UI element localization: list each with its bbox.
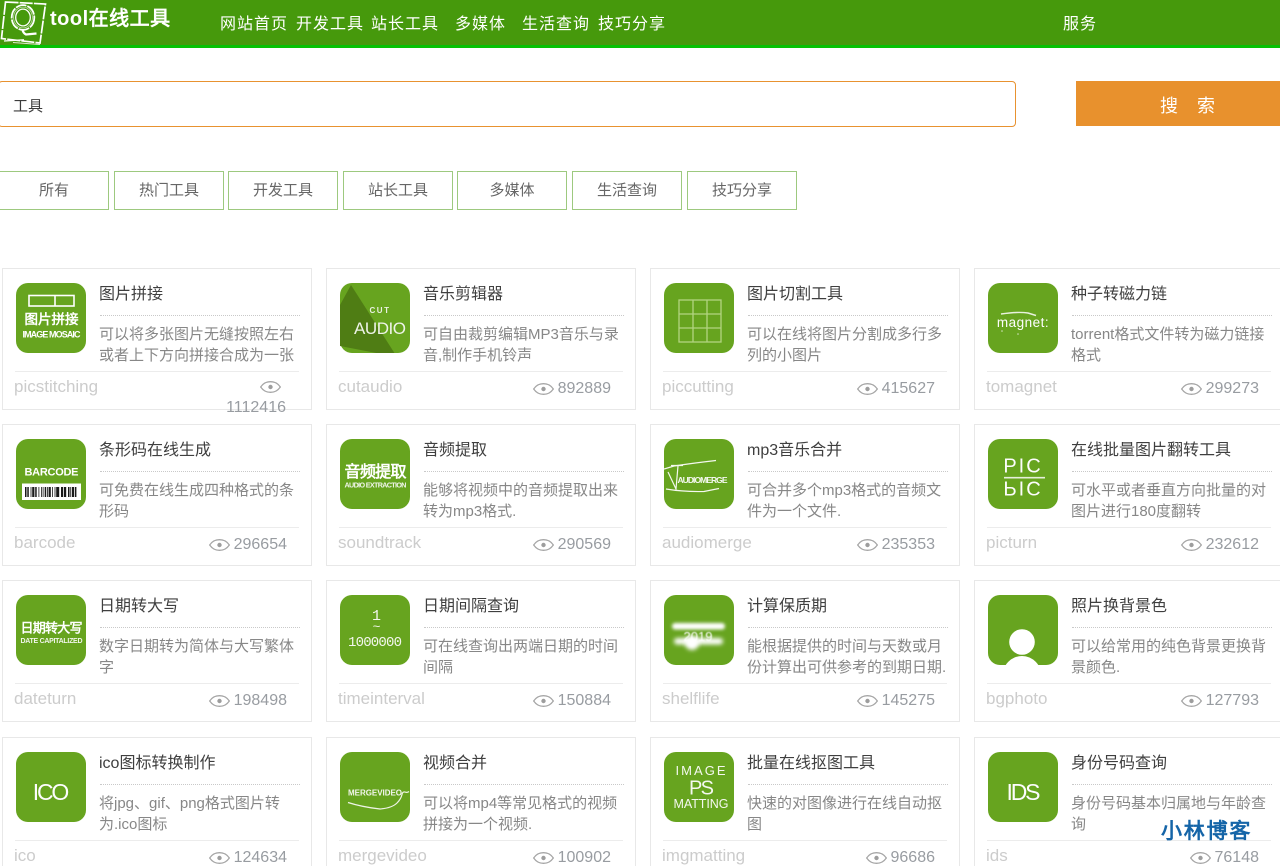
svg-text:PIC: PIC [1003,456,1042,478]
svg-text:音频提取: 音频提取 [345,462,407,481]
svg-text:magnet:: magnet: [997,315,1049,330]
svg-text:MATTING: MATTING [674,797,729,811]
svg-text:ICO: ICO [33,779,70,805]
svg-text:DATE CAPITALIZED: DATE CAPITALIZED [21,638,83,645]
svg-text:MERGEVIDEO: MERGEVIDEO [348,789,402,798]
svg-text:1000000: 1000000 [348,635,402,651]
svg-text:日期转大写: 日期转大写 [21,621,83,636]
svg-text:AUDIO EXTRACTION: AUDIO EXTRACTION [345,481,407,490]
svg-text:PIC: PIC [1003,477,1042,499]
svg-text:图片拼接: 图片拼接 [25,311,80,327]
svg-text:IMAGE MOSAIC: IMAGE MOSAIC [23,330,82,340]
svg-text:2019: 2019 [684,629,713,644]
svg-text:BARCODE: BARCODE [25,467,79,479]
svg-text:IMAGE: IMAGE [676,763,726,778]
svg-text:AUDIO: AUDIO [354,319,406,338]
svg-text:CUT: CUT [370,306,391,315]
svg-text:~: ~ [373,620,381,635]
svg-text:AUDIOMERGE: AUDIOMERGE [678,475,728,485]
svg-text:IDS: IDS [1007,779,1041,805]
